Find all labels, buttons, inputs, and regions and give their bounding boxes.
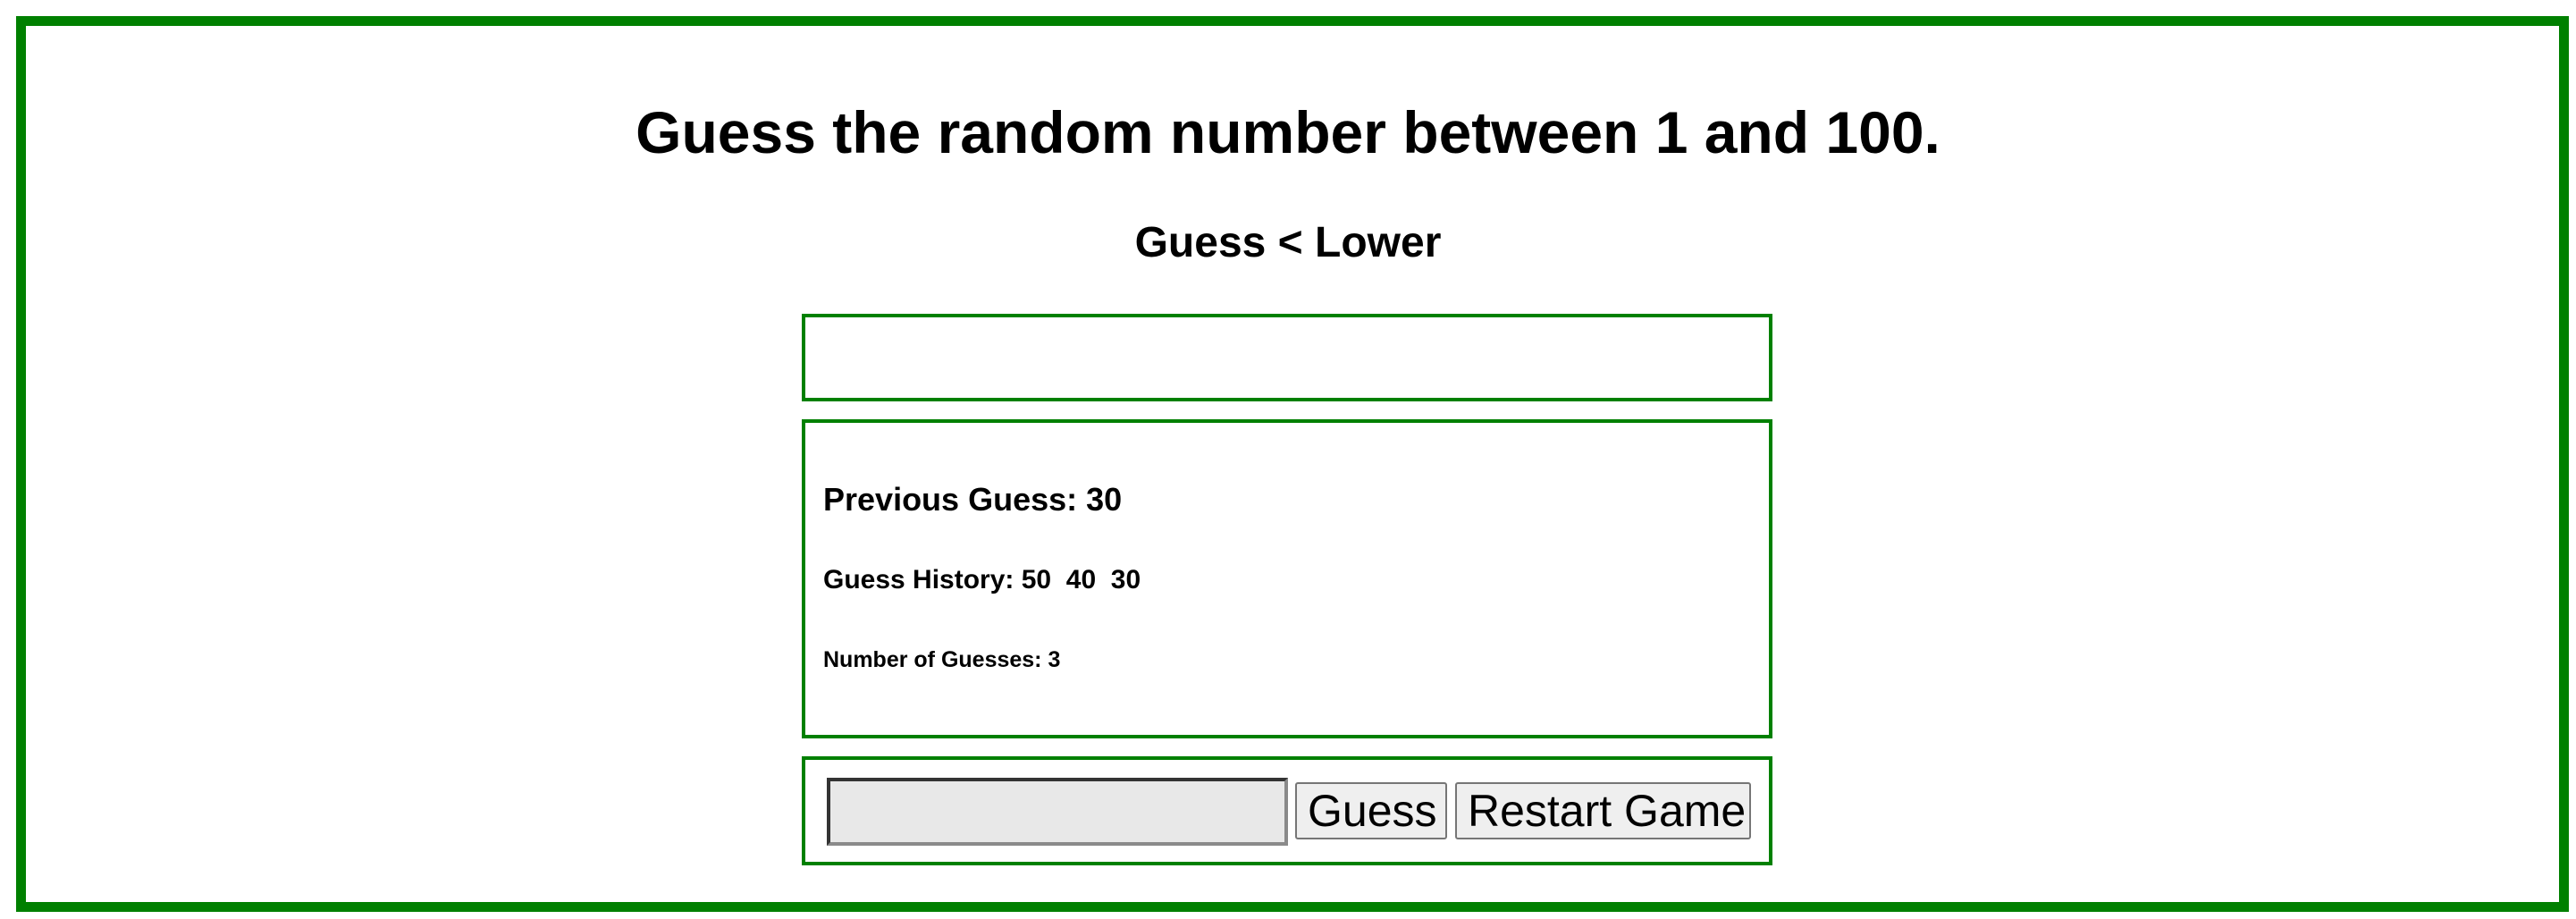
- guess-input[interactable]: [827, 778, 1288, 846]
- page-title: Guess the random number between 1 and 10…: [636, 99, 1940, 165]
- previous-guess: Previous Guess: 30: [823, 481, 1123, 518]
- guess-count: Number of Guesses: 3: [823, 647, 1061, 672]
- controls-panel: Guess Restart Game: [802, 756, 1772, 865]
- hint-message: Guess < Lower: [1134, 219, 1442, 266]
- restart-game-button[interactable]: Restart Game: [1455, 782, 1751, 839]
- guess-button[interactable]: Guess: [1295, 782, 1447, 839]
- result-panel: [802, 314, 1772, 401]
- guess-history: Guess History: 50 40 30: [823, 565, 1141, 594]
- guess-history-panel: Previous Guess: 30 Guess History: 50 40 …: [802, 419, 1772, 738]
